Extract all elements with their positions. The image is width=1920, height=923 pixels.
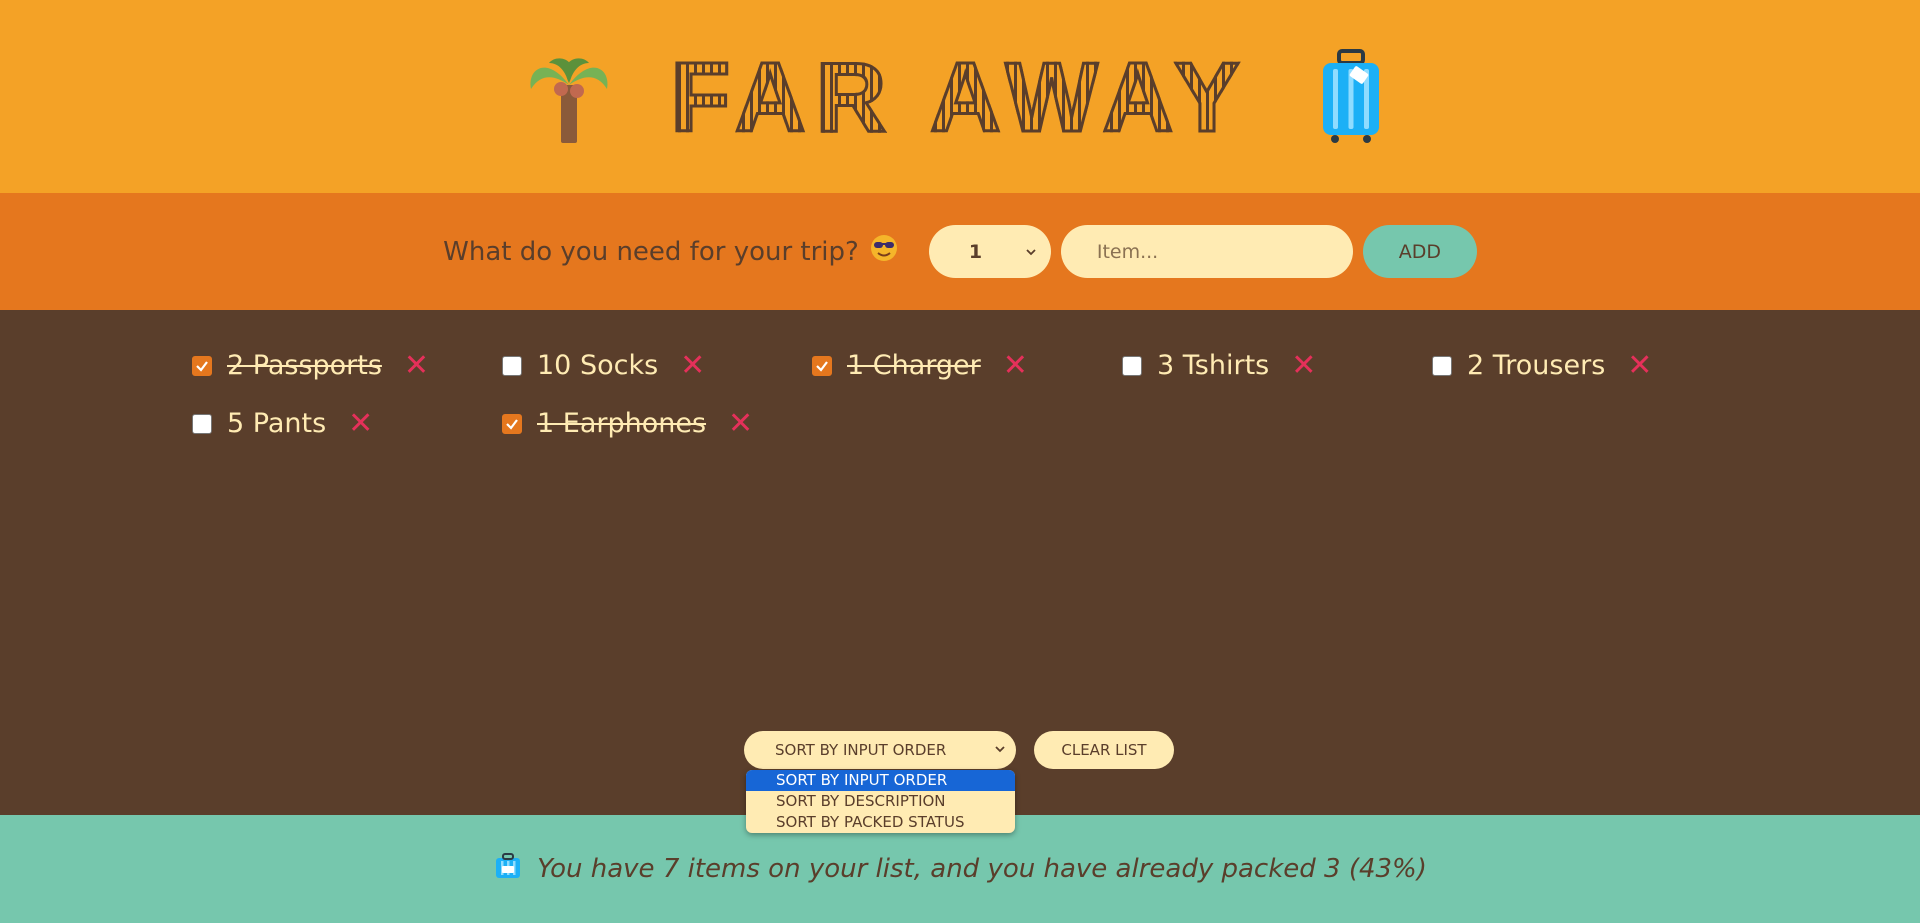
header: FAR AWAY (0, 0, 1920, 193)
sort-option[interactable]: SORT BY INPUT ORDER (746, 770, 1015, 791)
sort-option[interactable]: SORT BY PACKED STATUS (746, 812, 1015, 833)
add-button[interactable]: ADD (1362, 225, 1477, 278)
quantity-select[interactable]: 1 (928, 225, 1051, 278)
chevron-down-icon (994, 741, 1006, 759)
quantity-value: 1 (968, 240, 983, 263)
luggage-icon (493, 851, 523, 888)
delete-icon[interactable]: ✕ (404, 350, 429, 381)
delete-icon[interactable]: ✕ (680, 350, 705, 381)
item-checkbox[interactable] (192, 413, 212, 434)
list-item: 5 Pants ✕ (192, 408, 373, 439)
logo: FAR AWAY (524, 41, 1396, 152)
item-input[interactable]: Item... (1060, 225, 1353, 278)
delete-icon[interactable]: ✕ (1003, 350, 1028, 381)
delete-icon[interactable]: ✕ (728, 408, 753, 439)
item-checkbox[interactable] (1432, 355, 1452, 376)
add-item-form: What do you need for your trip? 1 Item..… (0, 193, 1920, 310)
item-label: 2 Trousers (1467, 350, 1606, 381)
item-label: 10 Socks (537, 350, 659, 381)
stats-text: You have 7 items on your list, and you h… (537, 854, 1427, 884)
item-input-placeholder: Item... (1096, 240, 1159, 263)
list-item: 3 Tshirts ✕ (1122, 350, 1316, 381)
chevron-down-icon (1025, 241, 1037, 263)
packing-list: 2 Passports ✕ 10 Socks ✕ 1 Charger ✕ 3 T… (0, 310, 1920, 815)
list-item: 1 Charger ✕ (812, 350, 1028, 381)
item-checkbox[interactable] (502, 355, 522, 376)
item-label: 2 Passports (227, 350, 382, 381)
sort-option[interactable]: SORT BY DESCRIPTION (746, 791, 1015, 812)
luggage-icon (1306, 47, 1396, 147)
item-checkbox[interactable] (812, 355, 832, 376)
item-label: 3 Tshirts (1157, 350, 1270, 381)
delete-icon[interactable]: ✕ (348, 408, 373, 439)
delete-icon[interactable]: ✕ (1627, 350, 1652, 381)
list-item: 10 Socks ✕ (502, 350, 705, 381)
item-label: 1 Earphones (537, 408, 707, 439)
list-item: 2 Passports ✕ (192, 350, 429, 381)
form-question-text: What do you need for your trip? (443, 236, 859, 267)
item-checkbox[interactable] (502, 413, 522, 434)
form-question: What do you need for your trip? (443, 233, 899, 270)
list-item: 2 Trousers ✕ (1432, 350, 1652, 381)
palm-tree-icon (524, 47, 614, 147)
item-label: 5 Pants (227, 408, 327, 439)
item-checkbox[interactable] (1122, 355, 1142, 376)
clear-list-button[interactable]: CLEAR LIST (1034, 731, 1174, 769)
item-label: 1 Charger (847, 350, 981, 381)
sort-options-dropdown: SORT BY INPUT ORDER SORT BY DESCRIPTION … (746, 770, 1015, 833)
item-checkbox[interactable] (192, 355, 212, 376)
delete-icon[interactable]: ✕ (1291, 350, 1316, 381)
list-item: 1 Earphones ✕ (502, 408, 753, 439)
list-actions: SORT BY INPUT ORDER CLEAR LIST (744, 731, 1174, 769)
app-title: FAR AWAY (669, 41, 1250, 152)
sort-select[interactable]: SORT BY INPUT ORDER (744, 731, 1016, 769)
sort-select-value: SORT BY INPUT ORDER (775, 741, 947, 759)
smiling-sunglasses-icon (869, 233, 899, 270)
